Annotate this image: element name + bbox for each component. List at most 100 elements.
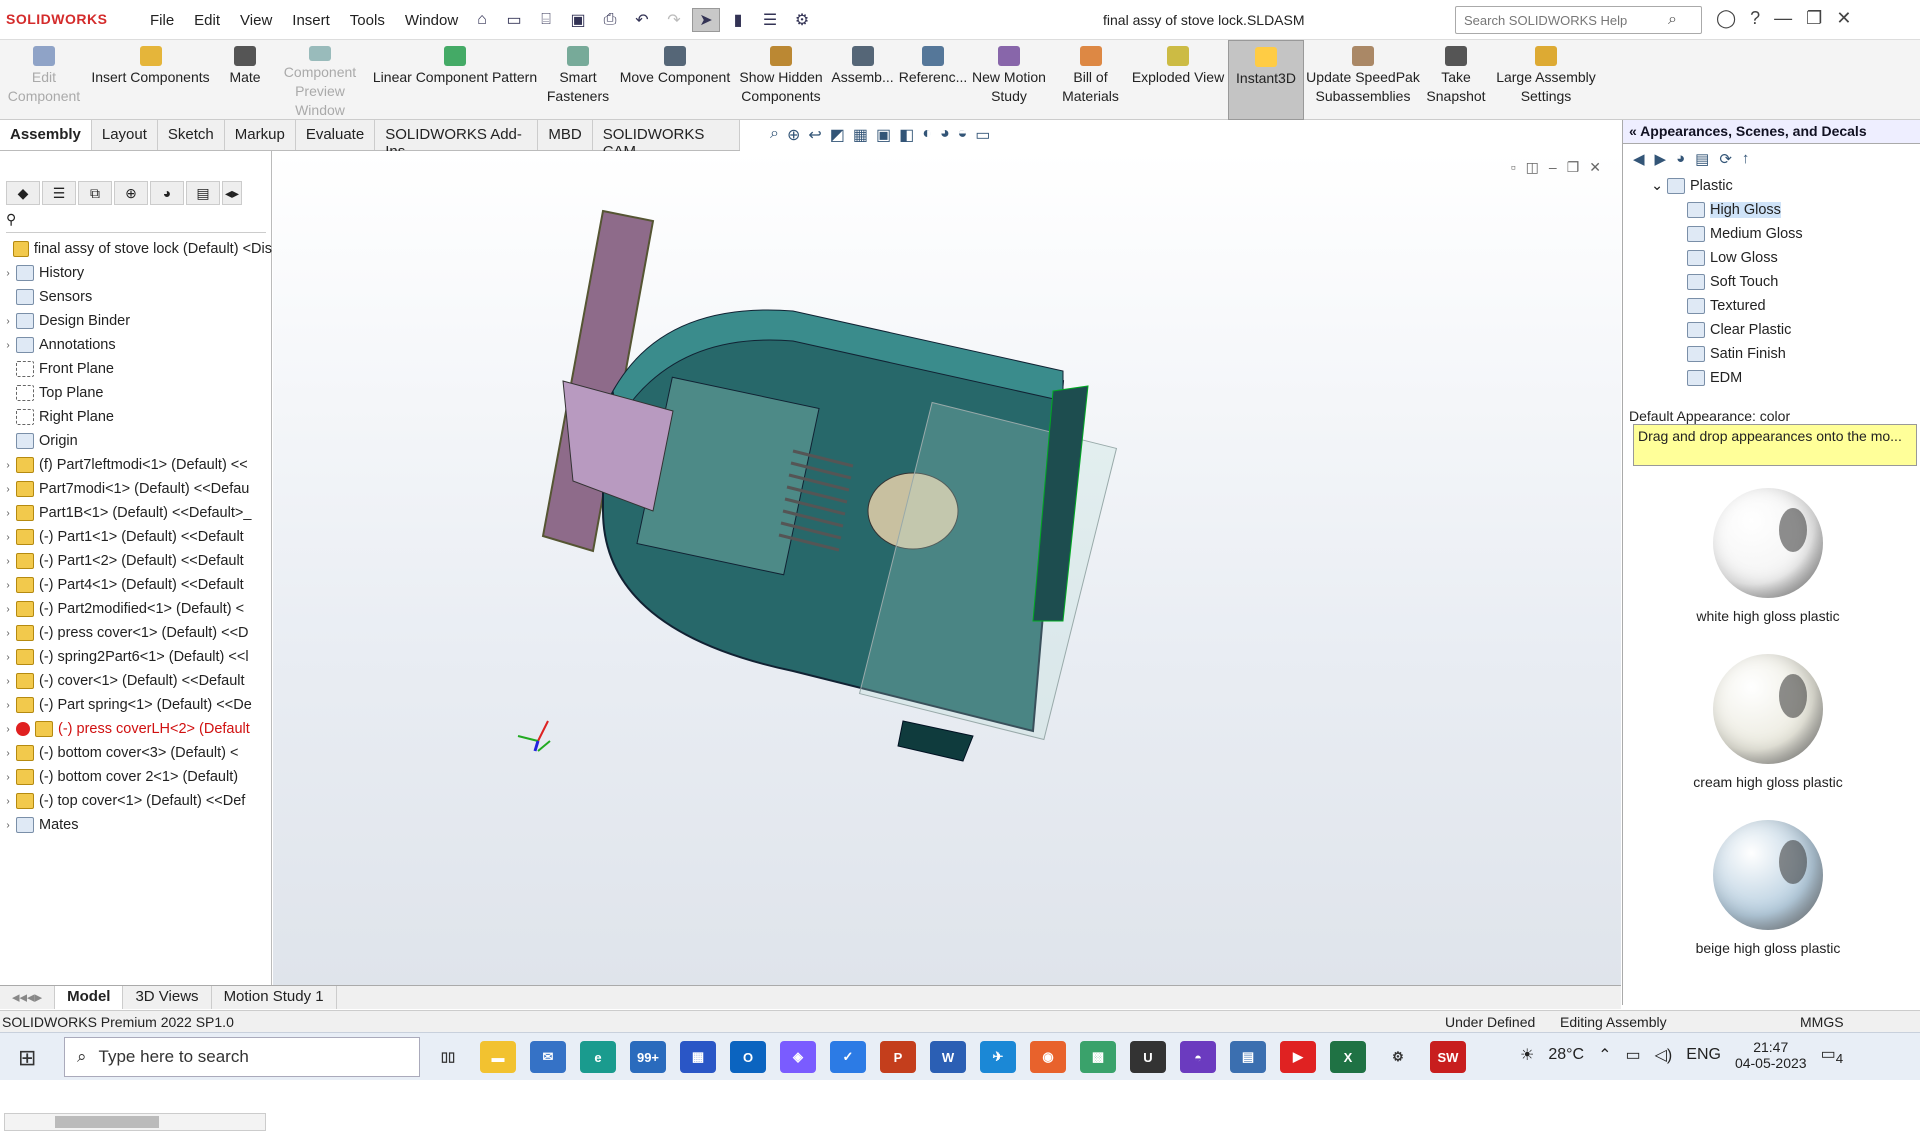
notification-icon[interactable]: ▭4: [1821, 1044, 1844, 1066]
zoom-to-fit-icon[interactable]: ⌕: [770, 125, 779, 145]
bottom-tab-model[interactable]: Model: [55, 986, 124, 1009]
u-app-icon[interactable]: U: [1130, 1041, 1166, 1073]
photos-app-icon[interactable]: ▩: [1080, 1041, 1116, 1073]
open-icon[interactable]: ⌸: [532, 8, 560, 32]
tab-mbd[interactable]: MBD: [538, 120, 593, 150]
forward-icon[interactable]: ▶: [1655, 150, 1667, 168]
todo-app-icon[interactable]: ✓: [830, 1041, 866, 1073]
tab-scroll-icon[interactable]: ◂◂◂▸: [0, 986, 56, 1009]
filter-icon[interactable]: ⚲: [6, 211, 266, 233]
appearance-folder-item[interactable]: Satin Finish: [1651, 342, 1920, 366]
dimxpert-tab-icon[interactable]: ⊕: [114, 181, 148, 205]
expand-arrow-icon[interactable]: ›: [0, 508, 16, 519]
firefox-app-icon[interactable]: ◉: [1030, 1041, 1066, 1073]
tree-item[interactable]: › (-) bottom cover<3> (Default) <: [0, 741, 272, 765]
solidworks-logo[interactable]: SOLIDWORKS: [6, 11, 107, 27]
tree-item[interactable]: › (-) Part spring<1> (Default) <<De: [0, 693, 272, 717]
mask-app-icon[interactable]: ◓: [1180, 1041, 1216, 1073]
units-selector[interactable]: MMGS: [1800, 1014, 1844, 1030]
expand-arrow-icon[interactable]: ›: [0, 796, 16, 807]
zoom-area-icon[interactable]: ⊕: [787, 125, 800, 145]
ribbon-mate-button[interactable]: Mate: [215, 40, 275, 120]
ribbon-edit-component-button[interactable]: Edit Component: [0, 40, 88, 120]
scroll-tabs-icon[interactable]: ◂▸: [222, 181, 242, 205]
appearance-folder-item[interactable]: High Gloss: [1651, 198, 1920, 222]
ribbon-new-motion-study-button[interactable]: New Motion Study: [966, 40, 1052, 120]
menu-file[interactable]: File: [140, 12, 184, 29]
tree-item[interactable]: › (-) press cover<1> (Default) <<D: [0, 621, 272, 645]
settings-app-icon[interactable]: ⚙: [1380, 1041, 1416, 1073]
expand-arrow-icon[interactable]: ›: [0, 604, 16, 615]
select-pointer-icon[interactable]: ➤: [692, 8, 720, 32]
tree-item[interactable]: Origin: [0, 429, 272, 453]
copilot-app-icon[interactable]: ◈: [780, 1041, 816, 1073]
menu-tools[interactable]: Tools: [340, 12, 395, 29]
rebuild-icon[interactable]: ▮: [724, 8, 752, 32]
outlook-app-icon[interactable]: O: [730, 1041, 766, 1073]
menu-window[interactable]: Window: [395, 12, 468, 29]
horizontal-scrollbar[interactable]: [4, 1113, 266, 1131]
tree-item[interactable]: Front Plane: [0, 357, 272, 381]
configuration-manager-tab-icon[interactable]: ⧉: [78, 181, 112, 205]
tree-item[interactable]: › Part7modi<1> (Default) <<Defau: [0, 477, 272, 501]
tree-item[interactable]: › (-) spring2Part6<1> (Default) <<l: [0, 645, 272, 669]
tree-item[interactable]: Top Plane: [0, 381, 272, 405]
dynamic-annotation-icon[interactable]: ▦: [853, 125, 868, 145]
expand-arrow-icon[interactable]: ›: [0, 580, 16, 591]
ribbon-large-assembly-settings-button[interactable]: Large Assembly Settings: [1491, 40, 1601, 120]
weather-icon[interactable]: ☀: [1520, 1045, 1534, 1065]
ribbon-instant3d-button[interactable]: Instant3D: [1228, 40, 1304, 120]
appearance-folder-item[interactable]: Clear Plastic: [1651, 318, 1920, 342]
restore-icon[interactable]: ❐: [1806, 8, 1822, 29]
tree-item[interactable]: › (-) Part2modified<1> (Default) <: [0, 597, 272, 621]
mail-app-icon[interactable]: ✉: [530, 1041, 566, 1073]
task-view-icon[interactable]: ▯▯: [430, 1041, 466, 1073]
ribbon-linear-component-pattern-button[interactable]: Linear Component Pattern: [365, 40, 545, 120]
tree-item[interactable]: Right Plane: [0, 405, 272, 429]
temperature[interactable]: 28°C: [1548, 1046, 1584, 1064]
word-app-icon[interactable]: W: [930, 1041, 966, 1073]
tree-item[interactable]: Sensors: [0, 285, 272, 309]
calc-app-icon[interactable]: ▤: [1230, 1041, 1266, 1073]
display-style-icon[interactable]: ◧: [899, 125, 914, 145]
search-icon[interactable]: ⌕: [1668, 11, 1677, 29]
collapse-arrow-icon[interactable]: ⌄: [1651, 178, 1667, 194]
ribbon-component-preview-window-button[interactable]: Component Preview Window: [276, 40, 364, 120]
tree-item[interactable]: › (f) Part7leftmodi<1> (Default) <<: [0, 453, 272, 477]
up-folder-icon[interactable]: ↑: [1742, 150, 1750, 168]
edit-appearance-icon[interactable]: ◕: [940, 125, 950, 145]
menu-insert[interactable]: Insert: [282, 12, 340, 29]
powerpoint-app-icon[interactable]: P: [880, 1041, 916, 1073]
view-orientation-icon[interactable]: ▣: [876, 125, 891, 145]
tab-solidworks-cam[interactable]: SOLIDWORKS CAM: [593, 120, 740, 160]
bottom-tab-motion-study-1[interactable]: Motion Study 1: [212, 986, 337, 1009]
tree-item[interactable]: › (-) Part1<1> (Default) <<Default: [0, 525, 272, 549]
ribbon-smart-fasteners-button[interactable]: Smart Fasteners: [545, 40, 611, 120]
hide-show-icon[interactable]: ◐: [922, 125, 932, 145]
windows-start-icon[interactable]: ⊞: [18, 1045, 36, 1071]
section-view-icon[interactable]: ◩: [830, 125, 845, 145]
expand-arrow-icon[interactable]: ›: [0, 676, 16, 687]
ribbon-insert-components-button[interactable]: Insert Components: [88, 40, 213, 120]
assembly-model[interactable]: [273, 151, 1621, 985]
appearance-swatch[interactable]: cream high gloss plastic: [1623, 646, 1913, 812]
tree-item[interactable]: › History: [0, 261, 272, 285]
plastic-folder[interactable]: ⌄ Plastic: [1651, 174, 1920, 198]
help-search-input[interactable]: Search SOLIDWORKS Help ⌕: [1455, 6, 1702, 34]
refresh-icon[interactable]: ⟳: [1719, 150, 1732, 168]
help-icon[interactable]: ?: [1750, 8, 1760, 29]
save-icon[interactable]: ▣: [564, 8, 592, 32]
ribbon-show-hidden-components-button[interactable]: Show Hidden Components: [738, 40, 824, 120]
ribbon-assemb-button[interactable]: Assemb...: [825, 40, 900, 120]
excel-app-icon[interactable]: X: [1330, 1041, 1366, 1073]
undo-icon[interactable]: ↶: [628, 8, 656, 32]
graphics-area[interactable]: ▫ ◫ – ❐ ✕ ⌂ ▥ ▱ ▣: [273, 151, 1889, 985]
print-icon[interactable]: ⎙: [596, 8, 624, 32]
tree-item[interactable]: › (-) Part4<1> (Default) <<Default: [0, 573, 272, 597]
appearance-folder-item[interactable]: Soft Touch: [1651, 270, 1920, 294]
appearance-folder-item[interactable]: Low Gloss: [1651, 246, 1920, 270]
tab-solidworks-add-ins[interactable]: SOLIDWORKS Add-Ins: [375, 120, 539, 160]
file-properties-icon[interactable]: ☰: [756, 8, 784, 32]
tree-item[interactable]: › (-) top cover<1> (Default) <<Def: [0, 789, 272, 813]
store-app-icon[interactable]: ▦: [680, 1041, 716, 1073]
